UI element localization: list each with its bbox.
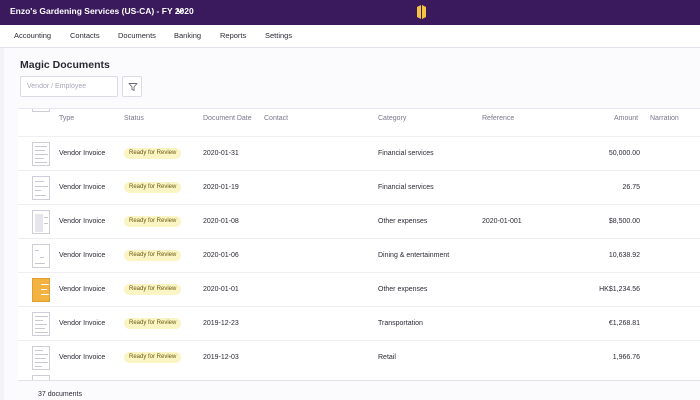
cell-type: Vendor Invoice <box>59 354 106 361</box>
column-header-amount[interactable]: Amount <box>614 115 638 122</box>
table-row[interactable]: Vendor Invoice Ready for Review 2020-01-… <box>18 204 700 238</box>
cell-document-date: 2020-01-31 <box>203 150 239 157</box>
cell-amount: €1,268.81 <box>608 320 640 327</box>
cell-type: Vendor Invoice <box>59 252 106 259</box>
main-navigation: Accounting Contacts Documents Banking Re… <box>0 25 700 48</box>
column-header-document-date[interactable]: Document Date <box>203 115 252 122</box>
vendor-employee-search-input[interactable] <box>20 76 118 97</box>
cell-category: Financial services <box>378 150 434 157</box>
nav-item-contacts[interactable]: Contacts <box>70 31 100 40</box>
filter-button[interactable] <box>122 76 142 97</box>
cell-reference: 2020-01-001 <box>482 218 522 225</box>
cell-amount: 1,966.76 <box>612 354 640 361</box>
document-thumbnail[interactable] <box>32 346 50 370</box>
documents-page: Magic Documents Type Status Document Dat… <box>4 48 700 400</box>
cell-category: Other expenses <box>378 286 428 293</box>
cell-category: Financial services <box>378 184 434 191</box>
status-badge: Ready for Review <box>124 250 182 261</box>
table-row[interactable]: Vendor Invoice Ready for Review 2019-12-… <box>18 306 700 340</box>
cell-amount: 10,638.92 <box>608 252 640 259</box>
cell-type: Vendor Invoice <box>59 286 106 293</box>
cell-type: Vendor Invoice <box>59 320 106 327</box>
cell-document-date: 2020-01-06 <box>203 252 239 259</box>
cell-category: Retail <box>378 354 396 361</box>
nav-item-settings[interactable]: Settings <box>265 31 292 40</box>
cell-document-date: 2020-01-08 <box>203 218 239 225</box>
status-badge: Ready for Review <box>124 148 182 159</box>
status-badge: Ready for Review <box>124 182 182 193</box>
column-header-narration[interactable]: Narration <box>650 115 679 122</box>
cell-type: Vendor Invoice <box>59 150 106 157</box>
filter-icon <box>128 83 138 91</box>
organization-title[interactable]: Enzo's Gardening Services (US-CA) - FY 2… <box>10 6 194 16</box>
column-header-status[interactable]: Status <box>124 115 144 122</box>
table-row[interactable]: Vendor Invoice Ready for Review 2019-12-… <box>18 340 700 374</box>
cell-type: Vendor Invoice <box>59 218 106 225</box>
document-thumbnail[interactable] <box>32 278 50 302</box>
table-row[interactable]: Vendor Invoice Ready for Review 2020-01-… <box>18 272 700 306</box>
column-header-contact[interactable]: Contact <box>264 115 288 122</box>
cell-amount: 50,000.00 <box>608 150 640 157</box>
cell-category: Transportation <box>378 320 423 327</box>
document-thumbnail[interactable] <box>32 210 50 234</box>
cell-amount: 26.75 <box>622 184 640 191</box>
nav-item-reports[interactable]: Reports <box>220 31 246 40</box>
nav-item-documents[interactable]: Documents <box>118 31 156 40</box>
column-header-category[interactable]: Category <box>378 115 406 122</box>
page-title: Magic Documents <box>20 59 110 71</box>
status-badge: Ready for Review <box>124 318 182 329</box>
status-badge: Ready for Review <box>124 284 182 295</box>
chevron-down-icon[interactable] <box>176 7 184 15</box>
nav-item-accounting[interactable]: Accounting <box>14 31 51 40</box>
cell-category: Other expenses <box>378 218 428 225</box>
status-badge: Ready for Review <box>124 352 182 363</box>
app-logo-icon[interactable] <box>415 4 427 20</box>
cell-document-date: 2019-12-23 <box>203 320 239 327</box>
document-thumbnail[interactable] <box>32 312 50 336</box>
table-row[interactable]: Vendor Invoice Ready for Review 2020-01-… <box>18 170 700 204</box>
document-thumbnail[interactable] <box>32 244 50 268</box>
cell-document-date: 2019-12-03 <box>203 354 239 361</box>
documents-table: Type Status Document Date Contact Catego… <box>18 108 700 380</box>
cell-type: Vendor Invoice <box>59 184 106 191</box>
cell-category: Dining & entertainment <box>378 252 450 259</box>
column-header-type[interactable]: Type <box>59 115 74 122</box>
table-row[interactable]: Vendor Invoice Ready for Review 2020-01-… <box>18 238 700 272</box>
cell-amount: $8,500.00 <box>608 218 640 225</box>
cell-document-date: 2020-01-19 <box>203 184 239 191</box>
top-header-bar: Enzo's Gardening Services (US-CA) - FY 2… <box>0 0 700 25</box>
column-header-reference[interactable]: Reference <box>482 115 514 122</box>
cell-amount: HK$1,234.56 <box>599 286 640 293</box>
table-row[interactable]: Vendor Invoice Ready for Review 2020-01-… <box>18 136 700 170</box>
cell-document-date: 2020-01-01 <box>203 286 239 293</box>
nav-item-banking[interactable]: Banking <box>174 31 201 40</box>
document-thumbnail[interactable] <box>32 142 50 166</box>
document-count: 37 documents <box>38 391 82 398</box>
status-badge: Ready for Review <box>124 216 182 227</box>
table-footer: 37 documents <box>18 380 700 400</box>
document-thumbnail[interactable] <box>32 176 50 200</box>
document-thumbnail-partial[interactable] <box>32 109 50 112</box>
